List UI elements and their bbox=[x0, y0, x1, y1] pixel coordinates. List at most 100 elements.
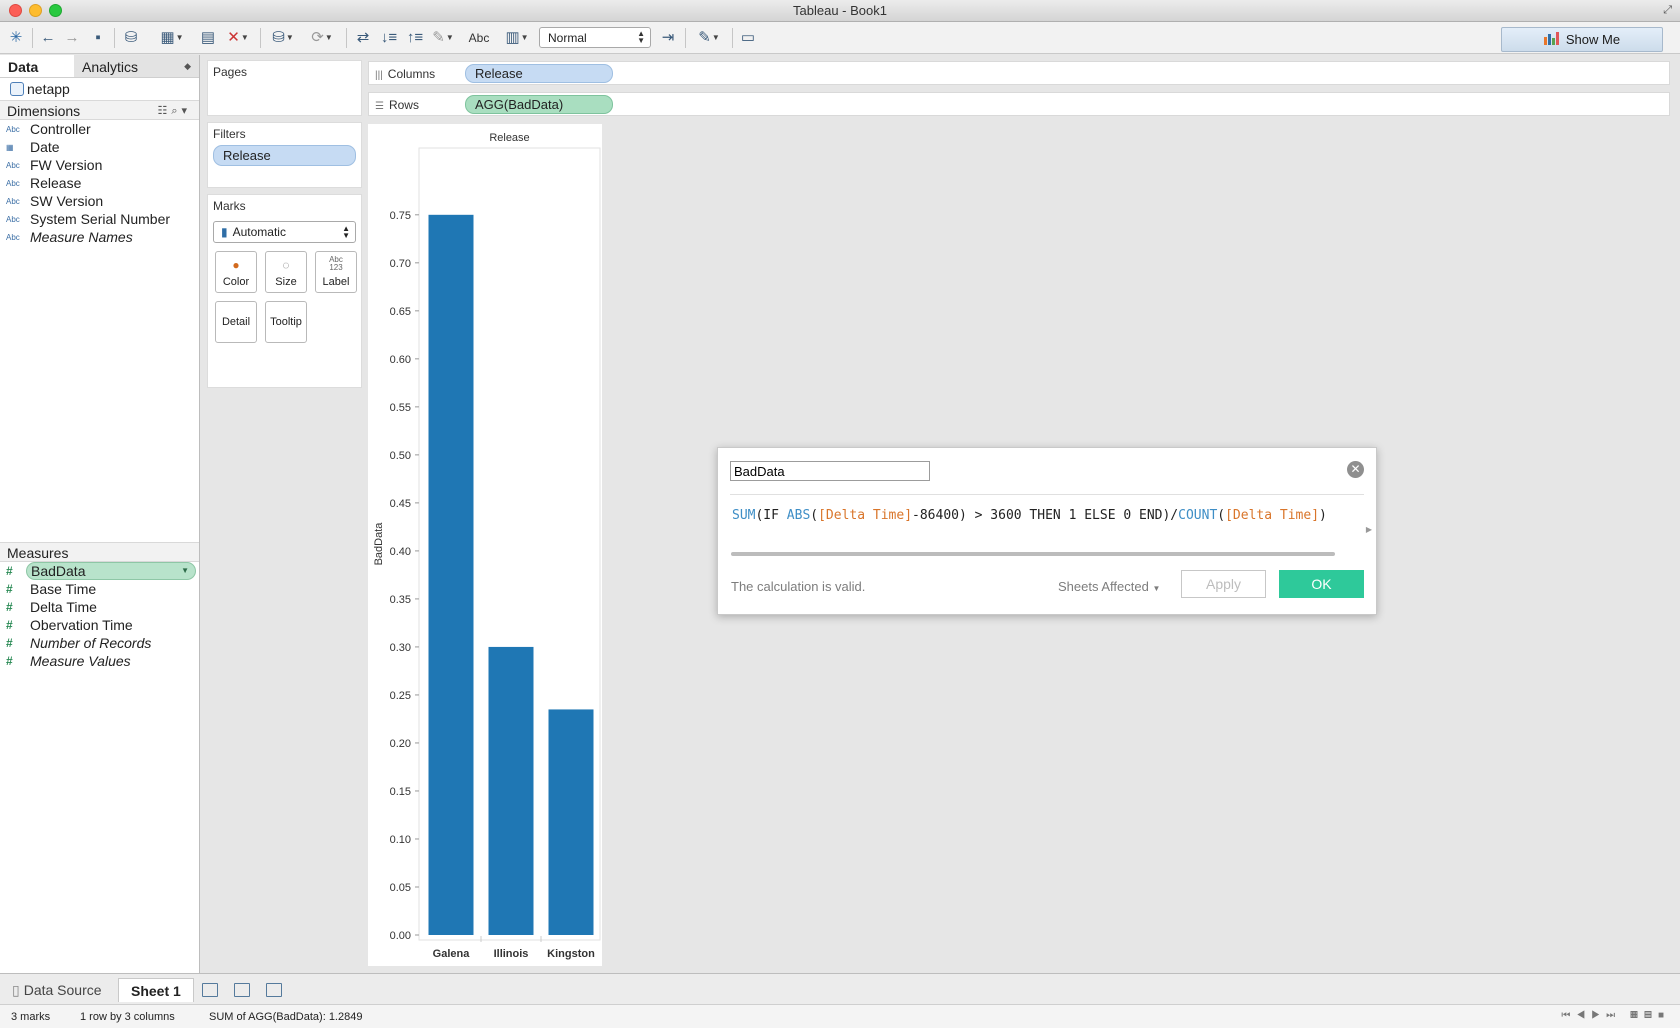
show-mark-labels-button[interactable]: Abc bbox=[466, 27, 492, 49]
presentation-mode-icon[interactable]: ▭ bbox=[737, 27, 759, 49]
y-tick-label: 0.25 bbox=[390, 690, 411, 702]
sort-ascending-icon[interactable]: ↓≡ bbox=[378, 27, 400, 49]
new-worksheet-icon[interactable] bbox=[202, 983, 218, 997]
columns-pill-release[interactable]: Release bbox=[465, 64, 613, 83]
pane-menu-icon[interactable]: ◆ bbox=[184, 61, 191, 72]
field-menu-caret-icon[interactable]: ▼ bbox=[181, 566, 189, 575]
highlight-icon[interactable]: ✎▼ bbox=[428, 27, 458, 49]
rows-pill-baddata[interactable]: AGG(BadData) bbox=[465, 95, 613, 114]
expand-panel-icon[interactable]: ▶ bbox=[1366, 525, 1372, 534]
columns-label: ||| Columns bbox=[375, 67, 436, 81]
dimension-measure-names[interactable]: Abc Measure Names bbox=[0, 228, 199, 246]
sheets-affected-dropdown[interactable]: Sheets Affected ▼ bbox=[1058, 579, 1160, 594]
tab-sheet-1[interactable]: Sheet 1 bbox=[118, 978, 194, 1002]
undo-icon[interactable]: ← bbox=[38, 27, 58, 49]
filters-card[interactable]: Filters Release bbox=[207, 122, 362, 188]
y-tick-label: 0.05 bbox=[390, 882, 411, 894]
tooltip-button[interactable]: Tooltip bbox=[265, 301, 307, 343]
dimension-release[interactable]: Abc Release bbox=[0, 174, 199, 192]
tab-data-source[interactable]: ▯ Data Source bbox=[4, 978, 110, 1002]
filter-pill-release[interactable]: Release bbox=[213, 145, 356, 166]
y-tick-label: 0.65 bbox=[390, 306, 411, 318]
clear-sheet-icon[interactable]: ✕▼ bbox=[222, 27, 254, 49]
x-tick-label: Galena bbox=[433, 948, 471, 960]
dimensions-tools-icon[interactable]: ☷⌕▾ bbox=[157, 104, 191, 118]
y-tick-label: 0.75 bbox=[390, 210, 411, 222]
dimension-fw-version[interactable]: Abc FW Version bbox=[0, 156, 199, 174]
tableau-logo-icon[interactable]: ✳ bbox=[6, 27, 26, 49]
columns-shelf[interactable]: ||| Columns Release bbox=[368, 61, 1670, 85]
measure-number-of-records[interactable]: # Number of Records bbox=[0, 634, 199, 652]
size-button[interactable]: ◌ Size bbox=[265, 251, 307, 293]
dimension-system-serial-number[interactable]: Abc System Serial Number bbox=[0, 210, 199, 228]
calculation-name-input[interactable] bbox=[730, 461, 930, 481]
new-dashboard-icon[interactable] bbox=[234, 983, 250, 997]
horizontal-scrollbar[interactable] bbox=[731, 552, 1335, 556]
close-icon[interactable]: ✕ bbox=[1347, 461, 1364, 478]
redo-icon[interactable]: → bbox=[62, 27, 82, 49]
sort-descending-icon[interactable]: ↑≡ bbox=[404, 27, 426, 49]
mark-type-value: Automatic bbox=[232, 225, 286, 239]
dimensions-list: Abc Controller ▦ Date Abc FW Version Abc Rel… bbox=[0, 120, 199, 246]
new-datasource-icon[interactable]: ⛁ bbox=[120, 27, 142, 49]
format-icon[interactable]: ✎▼ bbox=[692, 27, 726, 49]
dimension-controller[interactable]: Abc Controller bbox=[0, 120, 199, 138]
view-size-select[interactable]: Normal ▲ ▼ bbox=[539, 27, 651, 48]
apply-button[interactable]: Apply bbox=[1181, 570, 1266, 598]
measure-baddata[interactable]: # BadData ▼ bbox=[0, 562, 199, 580]
duplicate-sheet-icon[interactable]: ▤ bbox=[198, 27, 218, 49]
fullscreen-icon[interactable]: ⤢ bbox=[1663, 4, 1672, 17]
new-story-icon[interactable] bbox=[266, 983, 282, 997]
y-tick-label: 0.50 bbox=[390, 450, 411, 462]
status-sum: SUM of AGG(BadData): 1.2849 bbox=[209, 1011, 363, 1023]
tab-data[interactable]: Data bbox=[0, 55, 74, 77]
ok-button[interactable]: OK bbox=[1279, 570, 1364, 598]
string-type-icon: Abc bbox=[6, 178, 20, 188]
show-me-button[interactable]: Show Me bbox=[1501, 27, 1663, 52]
date-type-icon: ▦ bbox=[6, 142, 14, 152]
y-tick-label: 0.35 bbox=[390, 594, 411, 606]
pin-axes-icon[interactable]: ⇥ bbox=[657, 27, 679, 49]
pages-card[interactable]: Pages bbox=[207, 60, 362, 116]
marks-card: Marks ▮ Automatic ▲ ▼ ● Color ◌ Size Abc 123 L… bbox=[207, 194, 362, 388]
y-tick-label: 0.10 bbox=[390, 834, 411, 846]
dimension-date[interactable]: ▦ Date bbox=[0, 138, 199, 156]
new-worksheet-icon[interactable]: ▦▼ bbox=[155, 27, 189, 49]
fix-axes-icon[interactable]: ▥▼ bbox=[500, 27, 534, 49]
datasource-icon bbox=[10, 82, 24, 96]
bar-chart-icon bbox=[1543, 29, 1560, 52]
number-type-icon: # bbox=[6, 636, 13, 650]
detail-button[interactable]: Detail bbox=[215, 301, 257, 343]
x-tick-label: Illinois bbox=[494, 948, 529, 960]
window-title: Tableau - Book1 bbox=[793, 3, 887, 18]
sheet-navigation-icons[interactable]: ⏮◀▶⏭ ▦▤■ bbox=[1561, 1010, 1670, 1021]
save-icon[interactable]: ▪ bbox=[88, 27, 108, 49]
formula-editor[interactable]: SUM(IF ABS([Delta Time]-86400) > 3600 TH… bbox=[732, 508, 1327, 523]
swap-rows-columns-icon[interactable]: ⇄ bbox=[352, 27, 374, 49]
viz-area[interactable]: Release BadData 0.00 0.05 0.10 0.15 0.20 0.25 0.… bbox=[368, 124, 602, 966]
y-tick-label: 0.55 bbox=[390, 402, 411, 414]
measure-measure-values[interactable]: # Measure Values bbox=[0, 652, 199, 670]
mark-type-select[interactable]: ▮ Automatic ▲ ▼ bbox=[213, 221, 356, 243]
tab-analytics[interactable]: Analytics ◆ bbox=[74, 55, 199, 77]
string-type-icon: Abc bbox=[6, 160, 20, 170]
tab-analytics-label: Analytics bbox=[82, 59, 139, 75]
measure-delta-time[interactable]: # Delta Time bbox=[0, 598, 199, 616]
datasource-tab-icon: ▯ bbox=[12, 982, 20, 998]
measure-base-time[interactable]: # Base Time bbox=[0, 580, 199, 598]
refresh-icon[interactable]: ⟳▼ bbox=[306, 27, 338, 49]
columns-icon: ||| bbox=[375, 70, 383, 81]
pause-updates-icon[interactable]: ⛁▼ bbox=[267, 27, 299, 49]
string-type-icon: Abc bbox=[6, 196, 20, 206]
label-button[interactable]: Abc 123 Label bbox=[315, 251, 357, 293]
rows-shelf[interactable]: ☰ Rows AGG(BadData) bbox=[368, 92, 1670, 116]
dimension-sw-version[interactable]: Abc SW Version bbox=[0, 192, 199, 210]
number-type-icon: # bbox=[6, 600, 13, 614]
datasource-item[interactable]: netapp bbox=[0, 78, 199, 100]
y-tick-label: 0.20 bbox=[390, 738, 411, 750]
measure-obervation-time[interactable]: # Obervation Time bbox=[0, 616, 199, 634]
color-button[interactable]: ● Color bbox=[215, 251, 257, 293]
bar-chart[interactable]: Release BadData 0.00 0.05 0.10 0.15 0.20 0.25 0.… bbox=[368, 124, 602, 966]
field-token: [Delta Time] bbox=[1225, 508, 1320, 523]
filters-title: Filters bbox=[213, 127, 246, 141]
